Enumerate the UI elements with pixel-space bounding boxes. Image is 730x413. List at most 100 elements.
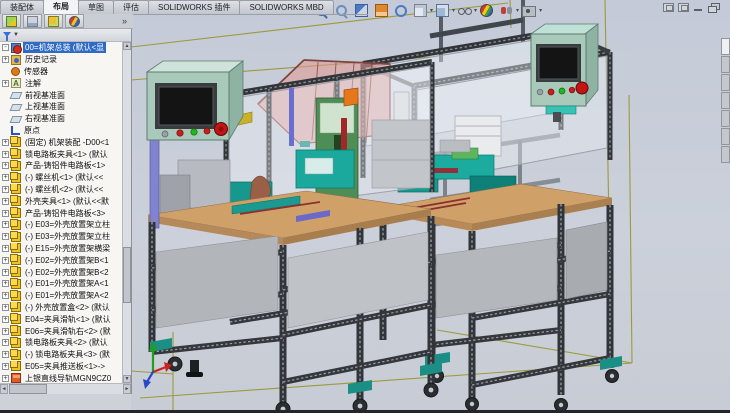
- tab-草图[interactable]: 草图: [78, 0, 114, 14]
- expand-toggle-icon[interactable]: +: [2, 280, 9, 287]
- display-style-icon[interactable]: [436, 4, 449, 17]
- annotation-view-icon[interactable]: [395, 5, 407, 17]
- task-pane-tab[interactable]: [721, 38, 730, 55]
- expand-toggle-icon[interactable]: +: [2, 304, 9, 311]
- expand-toggle-icon[interactable]: +: [2, 328, 9, 335]
- feature-tree-row[interactable]: +(-) 螺丝机<2> (默认<<: [0, 184, 123, 196]
- feature-tree-row[interactable]: +(-) E01=外壳放置架A<1: [0, 278, 123, 290]
- scrollbar-thumb[interactable]: [123, 247, 131, 303]
- expand-toggle-icon[interactable]: +: [2, 375, 9, 382]
- feature-tree-row[interactable]: +外壳夹具<1> (默认<<默: [0, 195, 123, 207]
- feature-tree-row[interactable]: +(-) E02=外壳放置架B<2: [0, 266, 123, 278]
- expand-toggle-icon[interactable]: +: [2, 269, 9, 276]
- expand-toggle-icon[interactable]: +: [2, 151, 9, 158]
- feature-tree-row[interactable]: +(-) 外壳放置盒<2> (默认: [0, 302, 123, 314]
- left-station-model[interactable]: [147, 61, 442, 410]
- feature-tree-row[interactable]: +(-) 螺丝机<1> (默认<<: [0, 172, 123, 184]
- feature-tree-row[interactable]: +(-) E03=外壳放置架立柱: [0, 231, 123, 243]
- feature-tree-row[interactable]: +历史记录: [0, 54, 123, 66]
- task-pane-tab[interactable]: [721, 56, 730, 73]
- tree-vertical-scrollbar[interactable]: ▲ ▼: [122, 42, 131, 383]
- feature-tree-row[interactable]: 前视基准面: [0, 89, 123, 101]
- expand-toggle-icon[interactable]: +: [2, 221, 9, 228]
- filter-dropdown-icon[interactable]: ▼: [13, 32, 19, 38]
- task-pane-tab[interactable]: [721, 92, 730, 109]
- expand-toggle-icon[interactable]: +: [2, 233, 9, 240]
- task-pane-tab[interactable]: [721, 74, 730, 91]
- feature-tree-row[interactable]: -00=机架总装 (默认<显: [0, 42, 123, 54]
- feature-tree-row[interactable]: 原点: [0, 125, 123, 137]
- left-hmi-panel[interactable]: [147, 61, 243, 140]
- expand-toggle-icon[interactable]: +: [2, 363, 9, 370]
- tab-布局[interactable]: 布局: [43, 0, 79, 14]
- section-view-icon[interactable]: [375, 4, 388, 17]
- apply-scene-icon[interactable]: [500, 4, 513, 17]
- feature-tree-row[interactable]: +(-) E02=外壳放置架B<1: [0, 254, 123, 266]
- minimize-icon[interactable]: [693, 3, 704, 12]
- graphics-area[interactable]: [131, 0, 730, 410]
- restore-icon[interactable]: [708, 3, 719, 12]
- appearance-button[interactable]: [65, 14, 84, 28]
- feature-tree-row[interactable]: +(-) E03=外壳放置架立柱: [0, 219, 123, 231]
- scroll-up-button[interactable]: ▲: [123, 42, 131, 50]
- tab-SOLIDWORKS 插件[interactable]: SOLIDWORKS 插件: [148, 0, 240, 14]
- edit-appearance-icon[interactable]: [480, 4, 493, 17]
- dropdown-arrow-icon[interactable]: ▾: [430, 7, 433, 14]
- expand-toggle-icon[interactable]: +: [2, 174, 9, 181]
- expand-toggle-icon[interactable]: +: [2, 316, 9, 323]
- scroll-right-button[interactable]: ►: [123, 384, 131, 394]
- zoom-area-icon[interactable]: [335, 4, 348, 17]
- task-pane-tab[interactable]: [721, 146, 730, 163]
- expand-toggle-icon[interactable]: +: [2, 210, 9, 217]
- maximize-child-window-icon[interactable]: [678, 3, 689, 12]
- filter-funnel-icon[interactable]: [3, 32, 11, 37]
- feature-tree-row[interactable]: +(固定) 机架装配 -D00<1: [0, 136, 123, 148]
- feature-tree-row[interactable]: +E06=夹具滑轨右<2> (默: [0, 325, 123, 337]
- feature-tree-row[interactable]: +产品-铸铝件电路板<3>: [0, 207, 123, 219]
- expand-toggle-icon[interactable]: +: [2, 186, 9, 193]
- feature-tree-row[interactable]: 传感器: [0, 66, 123, 78]
- feature-tree-row[interactable]: +E05=夹具推送板<1>->: [0, 361, 123, 373]
- scroll-left-button[interactable]: ◄: [0, 384, 8, 394]
- tree-horizontal-scrollbar[interactable]: ◄ ►: [0, 383, 131, 394]
- dropdown-arrow-icon[interactable]: ▾: [539, 7, 542, 14]
- tab-装配体[interactable]: 装配体: [0, 0, 44, 14]
- feature-tree-row[interactable]: +(-) E01=外壳放置架A<2: [0, 290, 123, 302]
- expand-toggle-icon[interactable]: +: [2, 351, 9, 358]
- scrollbar-thumb[interactable]: [9, 384, 47, 394]
- expand-toggle-icon[interactable]: +: [2, 80, 9, 87]
- dropdown-arrow-icon[interactable]: ▾: [516, 7, 519, 14]
- component-pattern-button[interactable]: [44, 14, 63, 28]
- feature-tree-row[interactable]: +(-) 锁电路板夹具<3> (默: [0, 349, 123, 361]
- tab-评估[interactable]: 评估: [113, 0, 149, 14]
- expand-toggle-icon[interactable]: -: [2, 44, 9, 51]
- feature-tree-row[interactable]: +A注解: [0, 77, 123, 89]
- feature-tree-row[interactable]: +E04=夹具滑轨<1> (默认: [0, 313, 123, 325]
- mate-button[interactable]: [23, 14, 42, 28]
- view-orientation-icon[interactable]: [414, 4, 427, 17]
- expand-toggle-icon[interactable]: +: [2, 257, 9, 264]
- expand-toggle-icon[interactable]: +: [2, 139, 9, 146]
- insert-component-button[interactable]: [2, 14, 21, 28]
- feature-tree-row[interactable]: +锁电路板夹具<1> (默认: [0, 148, 123, 160]
- restore-child-window-icon[interactable]: [663, 3, 674, 12]
- expand-toggle-icon[interactable]: +: [2, 339, 9, 346]
- task-pane-tab[interactable]: [721, 128, 730, 145]
- expand-toggle-icon[interactable]: +: [2, 162, 9, 169]
- expand-toggle-icon[interactable]: +: [2, 56, 9, 63]
- hide-show-items-icon[interactable]: [458, 4, 471, 17]
- tab-SOLIDWORKS MBD[interactable]: SOLIDWORKS MBD: [239, 0, 333, 14]
- feature-tree-row[interactable]: +产品-铸铝件电路板<1>: [0, 160, 123, 172]
- task-pane-tab[interactable]: [721, 110, 730, 127]
- dropdown-arrow-icon[interactable]: ▾: [474, 7, 477, 14]
- feature-tree-row[interactable]: 右视基准面: [0, 113, 123, 125]
- dropdown-arrow-icon[interactable]: ▾: [452, 7, 455, 14]
- expand-toggle-icon[interactable]: +: [2, 292, 9, 299]
- feature-tree-row[interactable]: +锁电路板夹具<2> (默认: [0, 337, 123, 349]
- view-settings-icon[interactable]: [522, 6, 536, 17]
- expand-toggle-icon[interactable]: +: [2, 198, 9, 205]
- expand-toggle-icon[interactable]: +: [2, 245, 9, 252]
- toolbar-overflow-button[interactable]: »: [122, 16, 127, 26]
- feature-tree-row[interactable]: +(-) E15=外壳放置架横梁: [0, 243, 123, 255]
- feature-tree-row[interactable]: 上视基准面: [0, 101, 123, 113]
